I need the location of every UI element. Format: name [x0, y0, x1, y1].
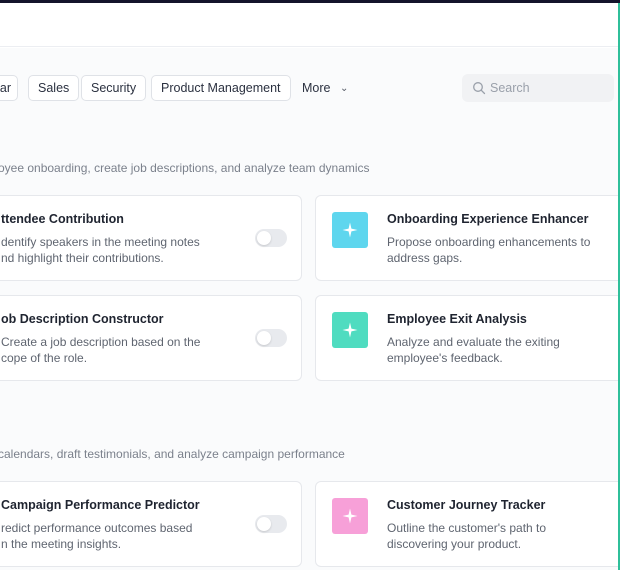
- enable-toggle[interactable]: [255, 329, 287, 347]
- toggle-knob: [257, 331, 271, 345]
- sparkle-icon: [332, 312, 368, 348]
- sparkle-icon: [332, 498, 368, 534]
- card-title: Customer Journey Tracker: [387, 498, 546, 512]
- chevron-down-icon: ⌄: [339, 83, 349, 94]
- card-title: Employee Exit Analysis: [387, 312, 527, 326]
- assistant-card[interactable]: Campaign Performance Predictor redict pe…: [0, 481, 302, 567]
- card-title: Campaign Performance Predictor: [1, 498, 200, 512]
- card-description: dentify speakers in the meeting notes nd…: [1, 235, 200, 265]
- section-description: calendars, draft testimonials, and analy…: [0, 447, 345, 461]
- enable-toggle[interactable]: [255, 515, 287, 533]
- filter-chip-product-management[interactable]: Product Management: [151, 75, 291, 101]
- search-box[interactable]: [462, 74, 614, 102]
- card-description: Analyze and evaluate the exiting employe…: [387, 335, 560, 365]
- filter-chip-partial[interactable]: ar: [0, 75, 18, 101]
- toggle-knob: [257, 231, 271, 245]
- card-title: ttendee Contribution: [1, 212, 124, 226]
- card-description: redict performance outcomes based n the …: [1, 521, 193, 551]
- assistant-card[interactable]: Customer Journey Tracker Outline the cus…: [315, 481, 618, 567]
- section-description: oyee onboarding, create job descriptions…: [0, 161, 370, 175]
- search-input[interactable]: [490, 74, 610, 102]
- card-title: Onboarding Experience Enhancer: [387, 212, 589, 226]
- page-header: [0, 3, 618, 47]
- more-label: More: [302, 81, 331, 95]
- category-filter-bar: ar Sales Security Product Management Mor…: [0, 48, 618, 128]
- main-content: ar Sales Security Product Management Mor…: [0, 48, 618, 570]
- filter-chip-sales[interactable]: Sales: [28, 75, 80, 101]
- assistant-card[interactable]: Onboarding Experience Enhancer Propose o…: [315, 195, 618, 281]
- assistant-card[interactable]: ob Description Constructor Create a job …: [0, 295, 302, 381]
- sparkle-icon: [332, 212, 368, 248]
- filter-chip-security[interactable]: Security: [81, 75, 147, 101]
- card-description: Outline the customer's path to discoveri…: [387, 521, 547, 551]
- toggle-knob: [257, 517, 271, 531]
- more-dropdown[interactable]: More ⌄: [302, 75, 348, 101]
- card-description: Create a job description based on the co…: [1, 335, 201, 365]
- search-icon: [473, 82, 486, 95]
- assistant-card[interactable]: Employee Exit Analysis Analyze and evalu…: [315, 295, 618, 381]
- card-description: Propose onboarding enhancements to addre…: [387, 235, 591, 265]
- assistant-card[interactable]: ttendee Contribution dentify speakers in…: [0, 195, 302, 281]
- card-title: ob Description Constructor: [1, 312, 164, 326]
- enable-toggle[interactable]: [255, 229, 287, 247]
